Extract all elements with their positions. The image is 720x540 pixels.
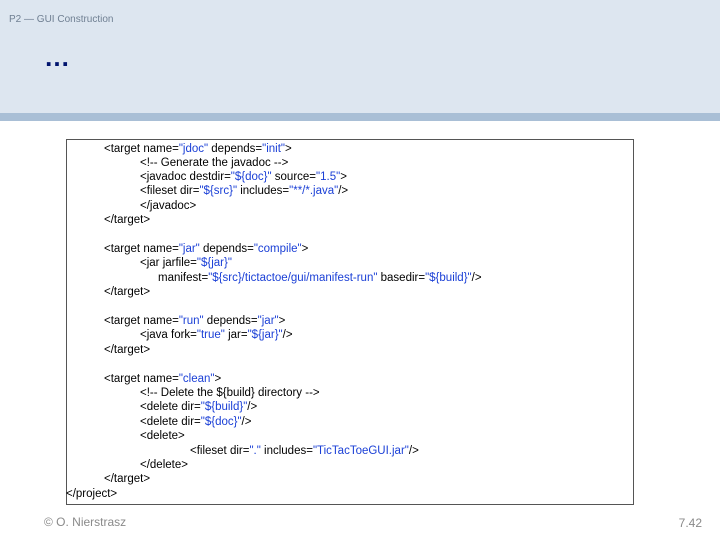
code-string: "jar" [178,243,200,255]
code-text: </target> [104,286,151,298]
code-text: > [214,373,222,385]
slide-title: … [44,42,70,72]
code-line: <fileset dir="." includes="TicTacToeGUI.… [190,444,419,458]
code-text: </delete> [140,459,188,471]
code-text: > [285,143,292,155]
code-line: <delete dir="${build}"/> [140,400,257,414]
code-text: <fileset dir= [140,185,200,197]
code-string: "compile" [253,243,302,255]
code-text: <target name= [104,143,179,155]
code-line: <delete> [140,429,185,443]
code-text: /> [247,401,258,413]
code-string: "true" [196,329,225,341]
code-text: <delete dir= [140,416,201,428]
code-text: depends= [208,143,263,155]
code-text: <delete dir= [140,401,201,413]
code-text: manifest= [158,272,209,284]
code-text: source= [271,171,317,183]
code-text: <target name= [104,315,179,327]
code-text: <target name= [104,373,179,385]
code-line: <fileset dir="${src}" includes="**/*.jav… [140,184,348,198]
code-text: includes= [237,185,290,197]
breadcrumb: P2 — GUI Construction [9,14,114,25]
code-text: depends= [203,315,258,327]
code-line: </delete> [140,458,188,472]
code-line: </target> [104,285,150,299]
code-text: basedir= [377,272,426,284]
code-line: <javadoc destdir="${doc}" source="1.5"> [140,170,347,184]
code-text: /> [338,185,349,197]
code-line: <target name="clean"> [104,372,221,386]
code-string: "1.5" [316,171,341,183]
code-text: </target> [104,214,151,226]
code-string: "jar" [257,315,279,327]
code-string: "**/*.java" [289,185,339,197]
code-line: </javadoc> [140,199,196,213]
code-text: includes= [260,445,313,457]
code-text: <jar jarfile= [140,257,197,269]
page-number: 7.42 [678,516,702,530]
code-text: /> [408,445,419,457]
code-text: > [301,243,309,255]
code-string: "clean" [178,373,215,385]
code-string: "${doc}" [200,416,242,428]
code-string: "init" [262,143,285,155]
code-text: </project> [66,488,118,500]
code-line: <target name="jdoc" depends="init"> [104,142,292,156]
code-line: <!-- Generate the javadoc --> [140,156,288,170]
code-text: <java fork= [140,329,197,341]
footer-author: © O. Nierstrasz [44,515,127,529]
code-line: </target> [104,343,150,357]
code-text: </javadoc> [140,200,197,212]
code-text: <delete> [140,430,185,442]
code-text: <javadoc destdir= [140,171,231,183]
code-string: "run" [178,315,204,327]
header-divider [0,113,720,121]
code-line: manifest="${src}/tictactoe/gui/manifest-… [158,271,482,285]
code-text: /> [471,272,482,284]
code-line: <!-- Delete the ${build} directory --> [140,386,320,400]
code-line: <java fork="true" jar="${jar}"/> [140,328,293,342]
code-line: </project> [66,487,117,501]
code-string: "${jar}" [196,257,232,269]
code-text: <!-- Delete the ${build} directory --> [140,387,320,399]
code-string: "." [249,445,261,457]
code-string: "${build}" [200,401,248,413]
code-string: "${build}" [425,272,472,284]
code-line: </target> [104,213,150,227]
code-string: "${doc}" [230,171,272,183]
code-line: </target> [104,472,150,486]
code-text: <fileset dir= [190,445,250,457]
code-string: "${jar}" [247,329,283,341]
code-text: depends= [199,243,254,255]
code-string: "jdoc" [178,143,209,155]
code-line: <target name="run" depends="jar"> [104,314,285,328]
code-text: </target> [104,473,151,485]
code-text: jar= [224,329,248,341]
code-line: <target name="jar" depends="compile"> [104,242,308,256]
code-text: > [278,315,286,327]
code-line: <jar jarfile="${jar}" [140,256,232,270]
code-string: "${src}" [199,185,238,197]
code-text: <target name= [104,243,179,255]
code-text: > [340,171,347,183]
code-string: "${src}/tictactoe/gui/manifest-run" [208,272,378,284]
code-text: <!-- Generate the javadoc --> [140,157,289,169]
code-text: /> [241,416,252,428]
code-text: /> [282,329,293,341]
code-text: </target> [104,344,151,356]
code-string: "TicTacToeGUI.jar" [312,445,409,457]
code-line: <delete dir="${doc}"/> [140,415,251,429]
